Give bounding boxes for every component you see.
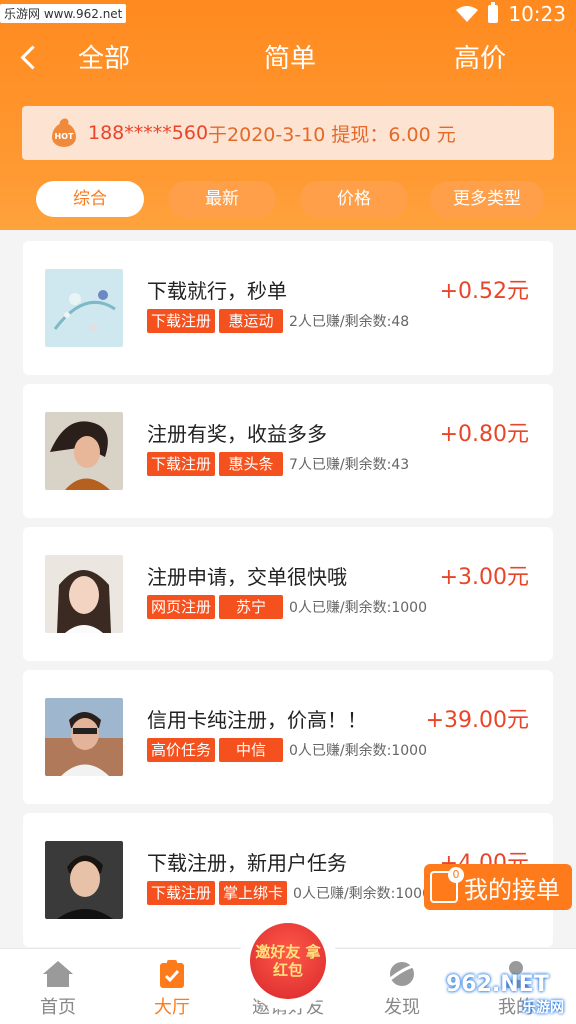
task-brand-tag: 惠头条 <box>219 452 284 476</box>
task-type-tag: 下载注册 <box>147 309 216 333</box>
task-card[interactable]: 下载就行，秒单 下载注册 惠运动 2人已赚/剩余数:48 +0.52元 <box>23 241 553 375</box>
task-price: +0.52元 <box>439 279 529 304</box>
man-sunglasses-thumb <box>45 698 123 776</box>
task-stat: 0人已赚/剩余数:1000 <box>293 886 432 902</box>
notice-phone: 188*****560 <box>88 122 209 144</box>
filter-price[interactable]: 价格 <box>300 181 408 217</box>
task-card[interactable]: 注册有奖，收益多多 下载注册 惠头条 7人已赚/剩余数:43 +0.80元 <box>23 384 553 518</box>
tab-high-price[interactable]: 高价 <box>454 38 506 75</box>
tab-home-label: 首页 <box>40 997 76 1018</box>
clock: 10:23 <box>508 2 566 26</box>
tab-all[interactable]: 全部 <box>78 38 130 75</box>
watermark-sub: 乐游网 <box>522 1000 564 1016</box>
battery-icon <box>488 2 499 23</box>
filter-latest[interactable]: 最新 <box>168 181 276 217</box>
withdraw-notice: HOT 188*****560 于2020-3-10 提现：6.00 元 <box>22 106 554 160</box>
woman-windblown-thumb <box>45 412 123 490</box>
my-orders-button[interactable]: 0 我的接单 <box>424 864 572 910</box>
status-bar: 乐游网 www.962.net 10:23 <box>0 0 576 28</box>
task-tags: 下载注册 惠运动 2人已赚/剩余数:48 <box>147 309 409 333</box>
tab-hall-label: 大厅 <box>154 997 190 1018</box>
task-type-tag: 高价任务 <box>147 738 216 762</box>
task-type-tag: 下载注册 <box>147 881 216 905</box>
task-brand-tag: 掌上绑卡 <box>219 881 288 905</box>
task-tags: 下载注册 掌上绑卡 0人已赚/剩余数:1000 <box>147 881 431 905</box>
filter-more-types[interactable]: 更多类型 <box>430 181 544 217</box>
task-brand-tag: 苏宁 <box>219 595 284 619</box>
task-stat: 2人已赚/剩余数:48 <box>289 314 410 330</box>
task-card[interactable]: 信用卡纯注册，价高！！ 高价任务 中信 0人已赚/剩余数:1000 +39.00… <box>23 670 553 804</box>
task-price: +39.00元 <box>425 708 529 733</box>
task-clipboard-icon <box>160 960 184 988</box>
site-badge: 乐游网 www.962.net <box>0 4 127 23</box>
red-packet-badge: 邀好友 拿红包 <box>250 923 326 999</box>
task-tags: 网页注册 苏宁 0人已赚/剩余数:1000 <box>147 595 427 619</box>
watermark-main: 962.NET <box>446 972 549 997</box>
notice-text: 于2020-3-10 提现：6.00 元 <box>208 123 456 146</box>
task-price: +3.00元 <box>439 565 529 590</box>
task-stat: 0人已赚/剩余数:1000 <box>289 600 427 616</box>
top-nav: 全部 简单 高价 <box>0 32 576 82</box>
task-price: +0.80元 <box>439 422 529 447</box>
invite-fab[interactable]: 邀好友 拿红包 <box>239 912 337 1010</box>
tab-hall[interactable]: 大厅 <box>122 955 222 1021</box>
task-title: 下载就行，秒单 <box>147 279 287 303</box>
tab-discover-label: 发现 <box>384 997 420 1018</box>
task-type-tag: 下载注册 <box>147 452 216 476</box>
filter-bar: 综合 最新 价格 更多类型 <box>36 181 546 217</box>
task-brand-tag: 中信 <box>219 738 284 762</box>
filter-comprehensive[interactable]: 综合 <box>36 181 144 217</box>
task-brand-tag: 惠运动 <box>219 309 284 333</box>
site-watermark: 962.NET 乐游网 <box>446 972 572 1020</box>
task-title: 注册有奖，收益多多 <box>147 422 327 446</box>
tab-discover[interactable]: 发现 <box>352 955 452 1021</box>
order-list-icon: 0 <box>430 867 464 903</box>
status-icons: 10:23 <box>456 2 566 26</box>
tab-home[interactable]: 首页 <box>8 955 108 1021</box>
man-portrait-thumb <box>45 841 123 919</box>
sky-art-thumb <box>45 269 123 347</box>
back-icon[interactable] <box>14 42 44 72</box>
task-title: 信用卡纯注册，价高！！ <box>147 708 367 732</box>
home-icon <box>43 961 73 987</box>
task-title: 注册申请，交单很快哦 <box>147 565 347 589</box>
task-card[interactable]: 注册申请，交单很快哦 网页注册 苏宁 0人已赚/剩余数:1000 +3.00元 <box>23 527 553 661</box>
tab-simple[interactable]: 简单 <box>264 38 316 75</box>
task-tags: 下载注册 惠头条 7人已赚/剩余数:43 <box>147 452 409 476</box>
wifi-icon <box>456 6 479 22</box>
task-title: 下载注册，新用户任务 <box>147 851 347 875</box>
order-count-badge: 0 <box>448 867 464 883</box>
task-stat: 7人已赚/剩余数:43 <box>289 457 410 473</box>
task-tags: 高价任务 中信 0人已赚/剩余数:1000 <box>147 738 427 762</box>
discover-icon <box>387 962 417 986</box>
my-orders-label: 我的接单 <box>464 875 560 904</box>
task-type-tag: 网页注册 <box>147 595 216 619</box>
task-stat: 0人已赚/剩余数:1000 <box>289 743 427 759</box>
hot-icon: HOT <box>52 119 76 147</box>
woman-smile-thumb <box>45 555 123 633</box>
